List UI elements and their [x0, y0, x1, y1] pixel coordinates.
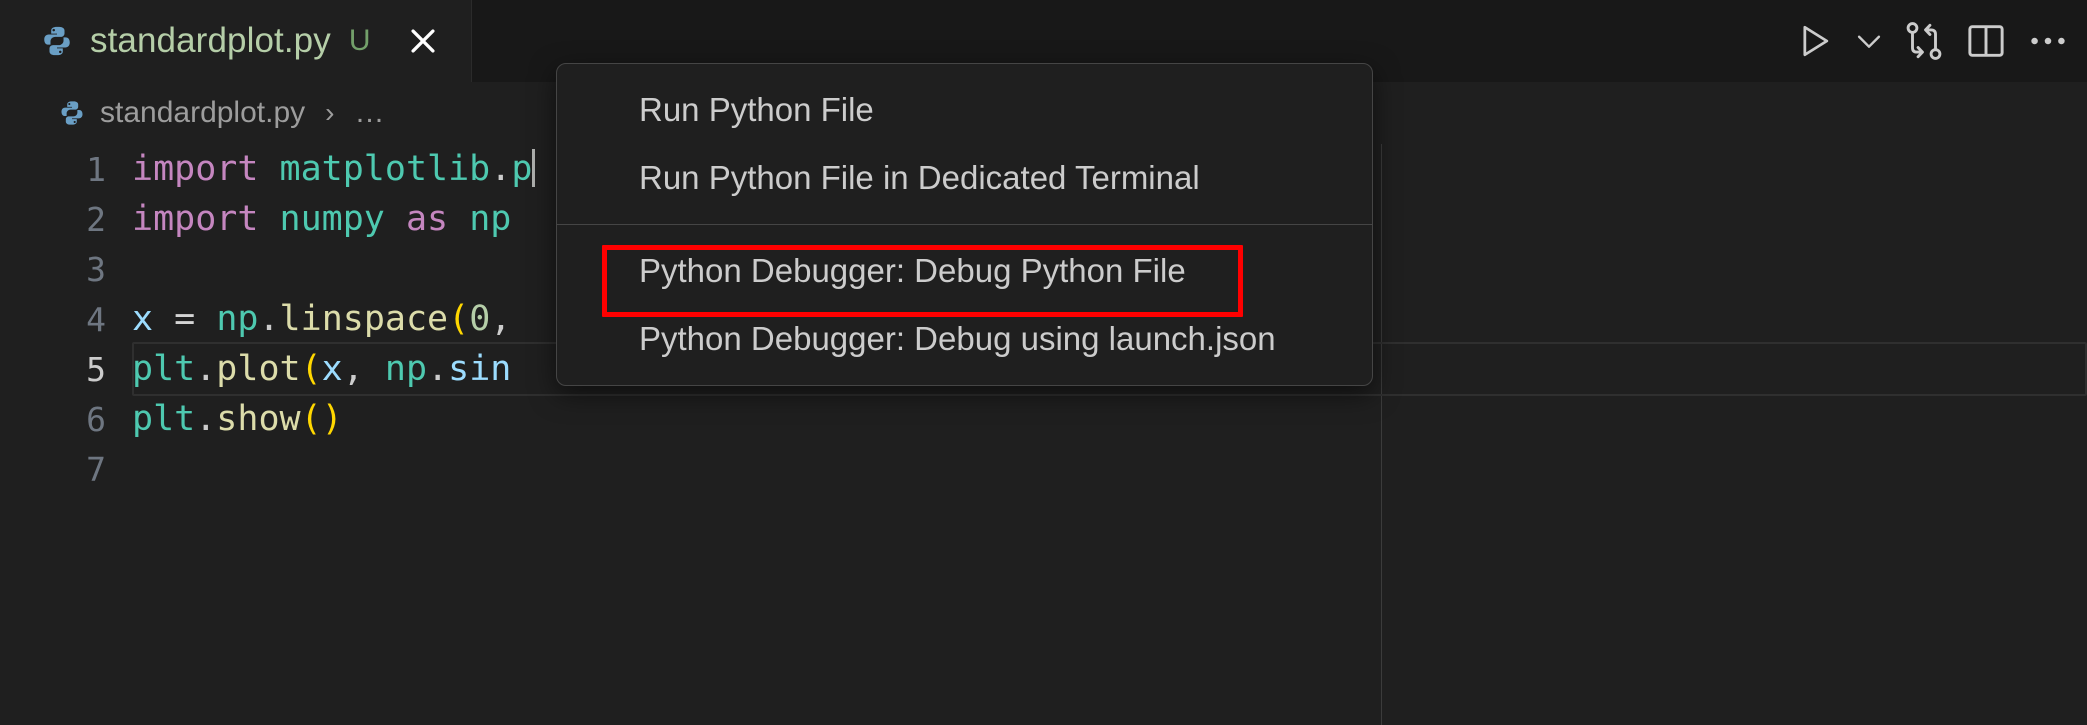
line-number: 7: [0, 450, 132, 489]
breadcrumb-separator-icon: ›: [311, 99, 348, 127]
code-token: plt: [132, 399, 195, 439]
code-token: [258, 199, 279, 239]
code-token: [364, 349, 385, 389]
code-token: import: [132, 199, 258, 239]
code-token: [448, 199, 469, 239]
code-line[interactable]: 6plt.show(): [0, 394, 2087, 444]
code-token: =: [174, 299, 195, 339]
code-token: sin: [448, 349, 511, 389]
line-number: 6: [0, 400, 132, 439]
code-token: p: [511, 149, 532, 189]
run-options-chevron-button[interactable]: [1845, 10, 1893, 72]
code-token: x: [322, 349, 343, 389]
code-token: .: [427, 349, 448, 389]
breadcrumb-file-label: standardplot.py: [100, 96, 305, 130]
close-icon[interactable]: [401, 19, 445, 63]
code-line-text: plt.show(): [132, 399, 2087, 439]
code-token: .: [195, 349, 216, 389]
ellipsis-icon: [2025, 18, 2071, 64]
run-python-file-button[interactable]: [1783, 10, 1845, 72]
code-token: linspace: [280, 299, 449, 339]
code-token: import: [132, 149, 258, 189]
code-token: numpy: [280, 199, 385, 239]
code-token: (: [301, 399, 322, 439]
code-token: .: [195, 399, 216, 439]
editor-tab-standardplot[interactable]: standardplot.py U: [0, 0, 472, 82]
vscode-editor-window: standardplot.py U: [0, 0, 2087, 725]
menu-group: Run Python FileRun Python File in Dedica…: [557, 64, 1372, 224]
code-token: ,: [343, 349, 364, 389]
editor-actions-toolbar: [1783, 0, 2087, 82]
code-token: [258, 149, 279, 189]
code-token: .: [490, 149, 511, 189]
line-number: 1: [0, 150, 132, 189]
editor-tab-label: standardplot.py: [90, 21, 331, 61]
split-editor-icon: [1964, 19, 2008, 63]
code-token: [385, 199, 406, 239]
code-token: plot: [216, 349, 300, 389]
code-token: x: [132, 299, 153, 339]
code-token: [153, 299, 174, 339]
menu-item-python-debugger-debug-python-file[interactable]: Python Debugger: Debug Python File: [557, 237, 1372, 305]
code-token: np: [216, 299, 258, 339]
editor-tab-dirty-badge: U: [349, 24, 371, 58]
code-token: .: [258, 299, 279, 339]
menu-body: Run Python FileRun Python File in Dedica…: [557, 64, 1372, 385]
code-token: [195, 299, 216, 339]
code-token: (: [301, 349, 322, 389]
run-and-debug-dropdown-menu[interactable]: Run Python FileRun Python File in Dedica…: [556, 63, 1373, 386]
code-token: plt: [132, 349, 195, 389]
code-line[interactable]: 7: [0, 444, 2087, 494]
split-editor-right-button[interactable]: [1955, 10, 2017, 72]
menu-item-run-python-file-in-dedicated-terminal[interactable]: Run Python File in Dedicated Terminal: [557, 144, 1372, 212]
source-control-compare-button[interactable]: [1893, 10, 1955, 72]
breadcrumb-overflow[interactable]: …: [348, 94, 392, 132]
code-token: (: [448, 299, 469, 339]
line-number: 3: [0, 250, 132, 289]
play-triangle-icon: [1792, 19, 1836, 63]
menu-item-python-debugger-debug-using-launch-json[interactable]: Python Debugger: Debug using launch.json: [557, 305, 1372, 373]
line-number: 5: [0, 350, 132, 389]
text-caret: [532, 149, 535, 187]
code-token: 0: [469, 299, 490, 339]
line-number: 2: [0, 200, 132, 239]
code-token: as: [406, 199, 448, 239]
code-token: ,: [490, 299, 511, 339]
breadcrumb-item-file[interactable]: standardplot.py: [52, 94, 311, 132]
python-file-icon: [40, 24, 74, 58]
line-number: 4: [0, 300, 132, 339]
code-token: np: [469, 199, 511, 239]
code-token: np: [385, 349, 427, 389]
code-token: show: [216, 399, 300, 439]
compare-changes-icon: [1901, 18, 1947, 64]
menu-group: Python Debugger: Debug Python FilePython…: [557, 224, 1372, 385]
chevron-down-icon: [1852, 24, 1886, 58]
python-file-icon: [58, 99, 86, 127]
code-token: matplotlib: [280, 149, 491, 189]
code-token: ): [322, 399, 343, 439]
menu-item-run-python-file[interactable]: Run Python File: [557, 76, 1372, 144]
more-actions-button[interactable]: [2017, 10, 2079, 72]
